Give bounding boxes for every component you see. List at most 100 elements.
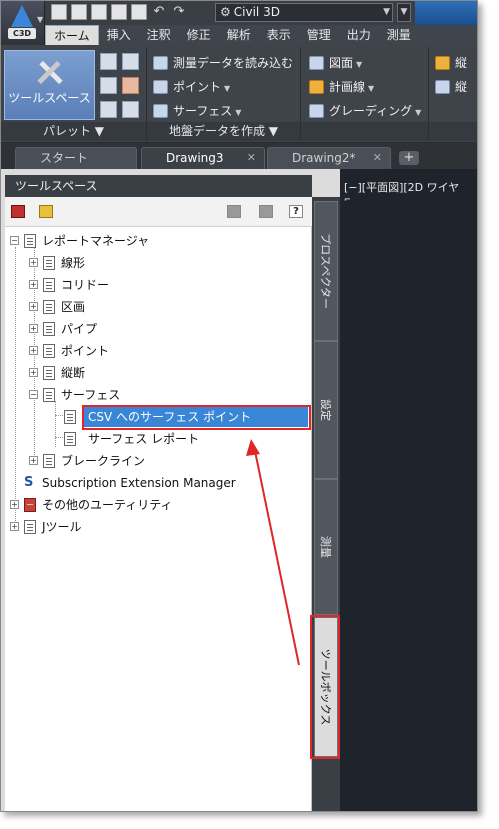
ribbon-panel: ツールスペース パレット ▼ 測量データを読み込む ポイント ▼ サーフェス ▼ 地… <box>1 45 477 143</box>
point-label: ポイント <box>173 80 222 94</box>
customize-quick-access-button[interactable]: ▼ <box>397 3 411 22</box>
section-view-label: 縦 <box>455 80 468 94</box>
tab-analyze[interactable]: 解析 <box>219 25 259 45</box>
close-icon[interactable]: ✕ <box>247 148 256 168</box>
tab-annotate[interactable]: 注釈 <box>139 25 179 45</box>
expand-toggle[interactable]: + <box>10 522 19 531</box>
title-bar-area <box>415 1 477 25</box>
chevron-down-icon: ▼ <box>235 108 242 117</box>
palette-title-bar[interactable]: ツールスペース <box>5 175 312 197</box>
autodesk-logo-icon <box>11 5 33 27</box>
import-survey-button[interactable]: 測量データを読み込む <box>153 53 293 73</box>
tab-prospector[interactable]: プロスペクター <box>314 201 338 341</box>
alignment-button[interactable]: 図面 ▼ <box>309 53 362 73</box>
expand-toggle[interactable]: + <box>29 302 38 311</box>
tree-node-label: レポートマネージャ <box>42 234 150 248</box>
help-icon[interactable]: ? <box>289 205 303 218</box>
toolbox-icon[interactable] <box>11 205 25 218</box>
tab-label: 測量 <box>319 536 332 558</box>
properties-icon[interactable] <box>100 53 117 70</box>
chevron-down-icon: ▼ <box>368 84 375 93</box>
expand-toggle[interactable]: + <box>29 258 38 267</box>
ground-data-group: 測量データを読み込む ポイント ▼ サーフェス ▼ 地盤データを作成 ▼ <box>147 47 301 141</box>
variables-icon[interactable] <box>122 53 139 70</box>
layer-icon[interactable] <box>122 101 139 118</box>
ground-group-label: 地盤データを作成 <box>168 124 265 138</box>
expand-toggle[interactable]: + <box>29 346 38 355</box>
expand-toggle[interactable]: + <box>10 500 19 509</box>
grading-button[interactable]: グレーディング ▼ <box>309 101 421 121</box>
palette-title: ツールスペース <box>15 179 98 193</box>
drawing-canvas[interactable]: [−][平面図][2D ワイヤ ⌐ <box>340 169 477 811</box>
application-menu-button[interactable]: C3D ▼ <box>1 1 45 45</box>
new-tab-button[interactable]: + <box>399 151 419 165</box>
grading-label: グレーディング <box>329 104 413 118</box>
collapse-toggle[interactable]: − <box>29 390 38 399</box>
ribbon-tabs: ホーム 挿入 注釈 修正 解析 表示 管理 出力 測量 <box>45 25 477 45</box>
tab-home[interactable]: ホーム <box>45 25 99 45</box>
print-icon[interactable] <box>131 4 147 20</box>
palette-group-title[interactable]: パレット ▼ <box>1 122 146 141</box>
expand-toggle[interactable]: + <box>29 368 38 377</box>
tab-output[interactable]: 出力 <box>339 25 379 45</box>
profile-icon <box>309 80 324 94</box>
workspace-dropdown[interactable]: ⚙ Civil 3D ▼ <box>215 3 393 22</box>
toolspace-button[interactable]: ツールスペース <box>4 50 95 120</box>
app-badge: C3D <box>8 28 36 39</box>
tree-view-icon[interactable] <box>227 205 241 218</box>
expand-toggle[interactable]: + <box>29 324 38 333</box>
save-icon[interactable] <box>91 4 107 20</box>
viewport-controls[interactable]: [−][平面図][2D ワイヤ <box>344 179 459 195</box>
redo-icon[interactable]: ↷ <box>171 4 187 20</box>
toolbox-icon <box>24 498 36 512</box>
report-icon <box>64 432 76 446</box>
gear-icon: ⚙ <box>220 5 231 19</box>
design-tool-icon[interactable] <box>100 77 117 94</box>
ground-data-group-title[interactable]: 地盤データを作成 ▼ <box>147 122 300 141</box>
undo-icon[interactable]: ↶ <box>151 4 167 20</box>
import-survey-label: 測量データを読み込む <box>173 56 294 70</box>
tab-insert[interactable]: 挿入 <box>99 25 139 45</box>
expand-toggle[interactable]: + <box>29 280 38 289</box>
toolbox-tree: − レポートマネージャ + 線形 + コリドー + 区画 + パイプ + ポイント + 縦断 … <box>5 227 312 811</box>
tab-label: 設定 <box>319 399 332 421</box>
tab-modify[interactable]: 修正 <box>179 25 219 45</box>
workspace-label: Civil 3D <box>233 5 280 19</box>
close-icon[interactable]: ✕ <box>373 148 382 168</box>
application-window: ↶ ↷ ⚙ Civil 3D ▼ ▼ C3D ▼ ホーム 挿入 注釈 修正 解析 … <box>0 0 478 812</box>
file-tab-start[interactable]: スタート <box>15 147 137 169</box>
open-folder-icon[interactable] <box>71 4 87 20</box>
report-icon <box>43 344 55 358</box>
save-as-icon[interactable] <box>111 4 127 20</box>
tree-node-label: その他のユーティリティ <box>42 498 173 512</box>
tab-manage[interactable]: 管理 <box>299 25 339 45</box>
section-view-button[interactable]: 縦 <box>435 77 467 97</box>
report-icon <box>43 300 55 314</box>
panel-icon[interactable] <box>100 101 117 118</box>
tab-settings[interactable]: 設定 <box>314 341 338 479</box>
tree-node-label: ブレークライン <box>61 454 146 468</box>
profile-view-button[interactable]: 縦 <box>435 53 467 73</box>
item-view-icon[interactable] <box>259 205 273 218</box>
surface-button[interactable]: サーフェス ▼ <box>153 101 241 121</box>
toolbox-icon[interactable] <box>122 77 139 94</box>
tree-node-label: 区画 <box>61 300 86 314</box>
collapse-toggle[interactable]: − <box>10 236 19 245</box>
tab-survey[interactable]: 測量 <box>314 479 338 615</box>
expand-toggle[interactable]: + <box>29 456 38 465</box>
section-view-icon <box>435 80 450 94</box>
palette-group-label: パレット <box>42 124 91 138</box>
point-button[interactable]: ポイント ▼ <box>153 77 230 97</box>
cut-off-group-title <box>429 122 477 141</box>
file-tab-drawing2[interactable]: Drawing2* ✕ <box>267 147 391 169</box>
chevron-down-icon: ▼ <box>224 84 231 93</box>
tree-node-label: サーフェス <box>61 388 121 402</box>
file-tab-drawing3[interactable]: Drawing3 ✕ <box>141 147 265 169</box>
tab-survey[interactable]: 測量 <box>379 25 419 45</box>
edit-toolbox-icon[interactable] <box>39 205 53 218</box>
report-icon <box>43 388 55 402</box>
new-file-icon[interactable] <box>51 4 67 20</box>
tab-view[interactable]: 表示 <box>259 25 299 45</box>
file-tab-label: Drawing3 <box>166 151 224 165</box>
profile-button[interactable]: 計画線 ▼ <box>309 77 374 97</box>
